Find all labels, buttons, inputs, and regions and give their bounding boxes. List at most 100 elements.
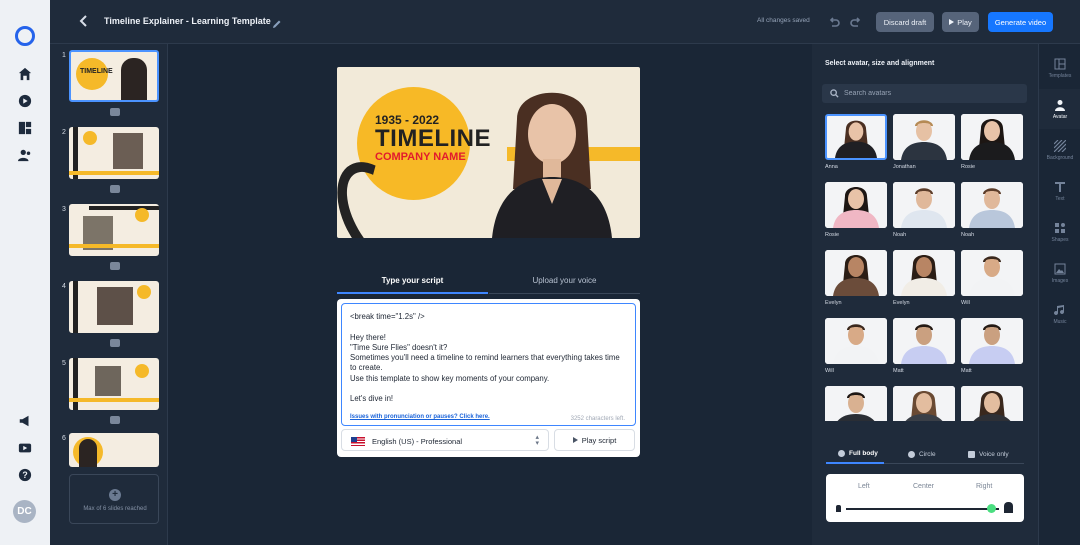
circle-icon xyxy=(908,450,915,458)
max-slides-label: Max of 6 slides reached xyxy=(83,506,147,512)
avatar-name: Jonathan xyxy=(893,164,916,170)
presenter-avatar[interactable] xyxy=(487,79,617,238)
avatar-name: Evelyn xyxy=(893,300,910,306)
hatch-icon xyxy=(1054,139,1066,152)
slide-preview[interactable]: 1935 - 2022 TIMELINE COMPANY NAME xyxy=(337,67,640,238)
tool-label: Images xyxy=(1051,277,1069,284)
avatar-grid: Anna Jonathan Rosie Rosie Noah Noah Evelyn Evel… xyxy=(825,114,1025,421)
tool-text[interactable]: Text xyxy=(1039,171,1080,211)
play-button[interactable]: Play xyxy=(942,12,979,32)
edit-title-icon[interactable] xyxy=(272,16,282,28)
tool-avatar[interactable]: Avatar xyxy=(1039,89,1080,129)
slide-thumbnail-3[interactable] xyxy=(69,204,159,256)
avatar-card[interactable] xyxy=(961,182,1023,228)
avatar-card[interactable] xyxy=(961,250,1023,296)
select-arrows-icon: ▴ ▾ xyxy=(535,434,539,447)
script-tabs: Type your script Upload your voice xyxy=(337,272,640,294)
size-slider[interactable] xyxy=(846,508,999,510)
avatar-card[interactable] xyxy=(825,114,887,160)
slide-number: 4 xyxy=(62,283,66,290)
home-icon[interactable] xyxy=(15,64,35,84)
add-slide-button[interactable]: + Max of 6 slides reached xyxy=(69,474,159,524)
avatar-card[interactable] xyxy=(893,386,955,421)
avatar-card[interactable] xyxy=(961,318,1023,364)
avatar-portrait xyxy=(893,114,955,160)
slide-thumbnail-5[interactable] xyxy=(69,358,159,410)
tool-images[interactable]: Images xyxy=(1039,253,1080,293)
thumb-presenter xyxy=(121,58,147,100)
search-input[interactable] xyxy=(844,87,1014,100)
tab-upload-voice[interactable]: Upload your voice xyxy=(489,272,640,294)
align-left[interactable]: Left xyxy=(858,483,870,490)
discard-draft-button[interactable]: Discard draft xyxy=(876,12,934,32)
slide-avatar-icon xyxy=(110,185,120,193)
avatar-card[interactable] xyxy=(961,386,1023,421)
help-icon[interactable]: ? xyxy=(15,465,35,485)
slide-number: 5 xyxy=(62,360,66,367)
play-script-button[interactable]: Play script xyxy=(554,429,635,451)
avatar-portrait xyxy=(825,386,887,421)
video-icon[interactable] xyxy=(15,91,35,111)
tab-full-body[interactable]: Full body xyxy=(826,444,884,464)
editor-canvas: 1935 - 2022 TIMELINE COMPANY NAME Type y… xyxy=(168,44,812,545)
slide-thumbnail-4[interactable] xyxy=(69,281,159,333)
thumb-presenter xyxy=(79,439,97,467)
tool-shapes[interactable]: Shapes xyxy=(1039,212,1080,252)
save-status: All changes saved xyxy=(757,17,810,24)
avatar-portrait xyxy=(825,318,887,364)
top-bar: Timeline Explainer - Learning Template A… xyxy=(50,0,1080,44)
headline-text[interactable]: TIMELINE xyxy=(375,125,491,153)
voice-select[interactable]: English (US) - Professional ▴ ▾ xyxy=(341,429,549,451)
avatar-card[interactable] xyxy=(825,386,887,421)
avatar-card[interactable] xyxy=(961,114,1023,160)
avatar-card[interactable] xyxy=(893,250,955,296)
slide-avatar-icon xyxy=(110,416,120,424)
align-right[interactable]: Right xyxy=(976,483,992,490)
slide-thumbnail-6[interactable] xyxy=(69,433,159,467)
tab-circle[interactable]: Circle xyxy=(908,444,936,464)
pronunciation-help-link[interactable]: Issues with pronunciation or pauses? Cli… xyxy=(350,414,490,420)
avatar-card[interactable] xyxy=(893,114,955,160)
slide-panel: 1 TIMELINE 2 3 4 5 6 + Max of 6 slides r… xyxy=(50,44,168,545)
slide-thumbnail-1[interactable]: TIMELINE xyxy=(69,50,159,102)
generate-video-button[interactable]: Generate video xyxy=(988,12,1053,32)
avatar-card[interactable] xyxy=(893,182,955,228)
tool-label: Avatar xyxy=(1052,113,1068,120)
script-text[interactable]: <break time="1.2s" /> Hey there! "Time S… xyxy=(350,312,625,405)
avatar-name: Matt xyxy=(961,368,972,374)
size-slider-knob[interactable] xyxy=(986,504,996,513)
tool-label: Templates xyxy=(1048,72,1072,79)
tool-background[interactable]: Background xyxy=(1039,130,1080,170)
redo-icon[interactable] xyxy=(850,15,862,27)
avatar-portrait xyxy=(825,182,887,228)
script-card: <break time="1.2s" /> Hey there! "Time S… xyxy=(337,299,640,457)
templates-icon[interactable] xyxy=(15,118,35,138)
slide-thumbnail-2[interactable] xyxy=(69,127,159,179)
user-avatar[interactable]: DC xyxy=(13,500,36,523)
tool-templates[interactable]: Templates xyxy=(1039,48,1080,88)
avatar-card[interactable] xyxy=(825,318,887,364)
tab-voice-only[interactable]: Voice only xyxy=(968,444,1009,464)
megaphone-icon[interactable] xyxy=(15,411,35,431)
characters-left: 3252 characters left. xyxy=(570,416,625,422)
tab-type-script[interactable]: Type your script xyxy=(337,272,488,294)
align-center[interactable]: Center xyxy=(913,483,934,490)
person-icon xyxy=(838,449,845,457)
undo-icon[interactable] xyxy=(828,15,840,27)
us-flag-icon xyxy=(351,437,365,446)
avatar-search[interactable] xyxy=(822,84,1027,103)
avatar-name: Matt xyxy=(893,368,904,374)
company-name-text[interactable]: COMPANY NAME xyxy=(375,151,466,163)
avatar-card[interactable] xyxy=(825,250,887,296)
voice-label: English (US) - Professional xyxy=(372,437,463,446)
person-icon xyxy=(1055,99,1065,111)
tool-music[interactable]: Music xyxy=(1039,294,1080,334)
users-icon[interactable] xyxy=(15,145,35,165)
project-title[interactable]: Timeline Explainer - Learning Template xyxy=(104,16,271,26)
logo-icon[interactable] xyxy=(15,26,35,46)
script-editor[interactable]: <break time="1.2s" /> Hey there! "Time S… xyxy=(341,303,636,426)
avatar-card[interactable] xyxy=(893,318,955,364)
avatar-card[interactable] xyxy=(825,182,887,228)
play-tutorial-icon[interactable] xyxy=(15,438,35,458)
back-icon[interactable] xyxy=(77,14,91,28)
